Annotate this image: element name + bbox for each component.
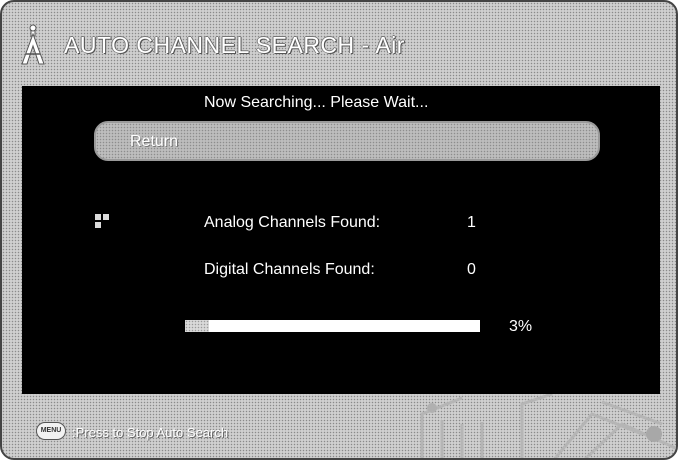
title-bar: AUTO CHANNEL SEARCH - Air [18, 20, 658, 70]
progress-bar-fill [185, 320, 209, 332]
search-status-text: Now Searching... Please Wait... [204, 94, 429, 111]
digital-channels-label: Digital Channels Found: [204, 261, 375, 278]
analog-channels-label: Analog Channels Found: [204, 214, 381, 231]
page-title: AUTO CHANNEL SEARCH - Air [64, 32, 405, 58]
footer-hint: MENU :Press to Stop Auto Search [36, 421, 436, 445]
auto-channel-search-screen: AUTO CHANNEL SEARCH - Air Now Searching.… [0, 0, 678, 460]
focus-indicator-icon [95, 214, 115, 232]
progress-percent: 3% [509, 318, 533, 335]
digital-channels-count: 0 [467, 261, 476, 278]
return-button-label: Return [130, 133, 179, 150]
return-button[interactable]: Return [94, 121, 600, 161]
progress-bar [185, 320, 480, 332]
footer-hint-text: :Press to Stop Auto Search [72, 425, 229, 440]
menu-key-icon: MENU [36, 422, 66, 440]
antenna-icon [21, 24, 45, 65]
analog-channels-count: 1 [467, 214, 476, 231]
decorative-circuit-pattern [420, 394, 676, 458]
